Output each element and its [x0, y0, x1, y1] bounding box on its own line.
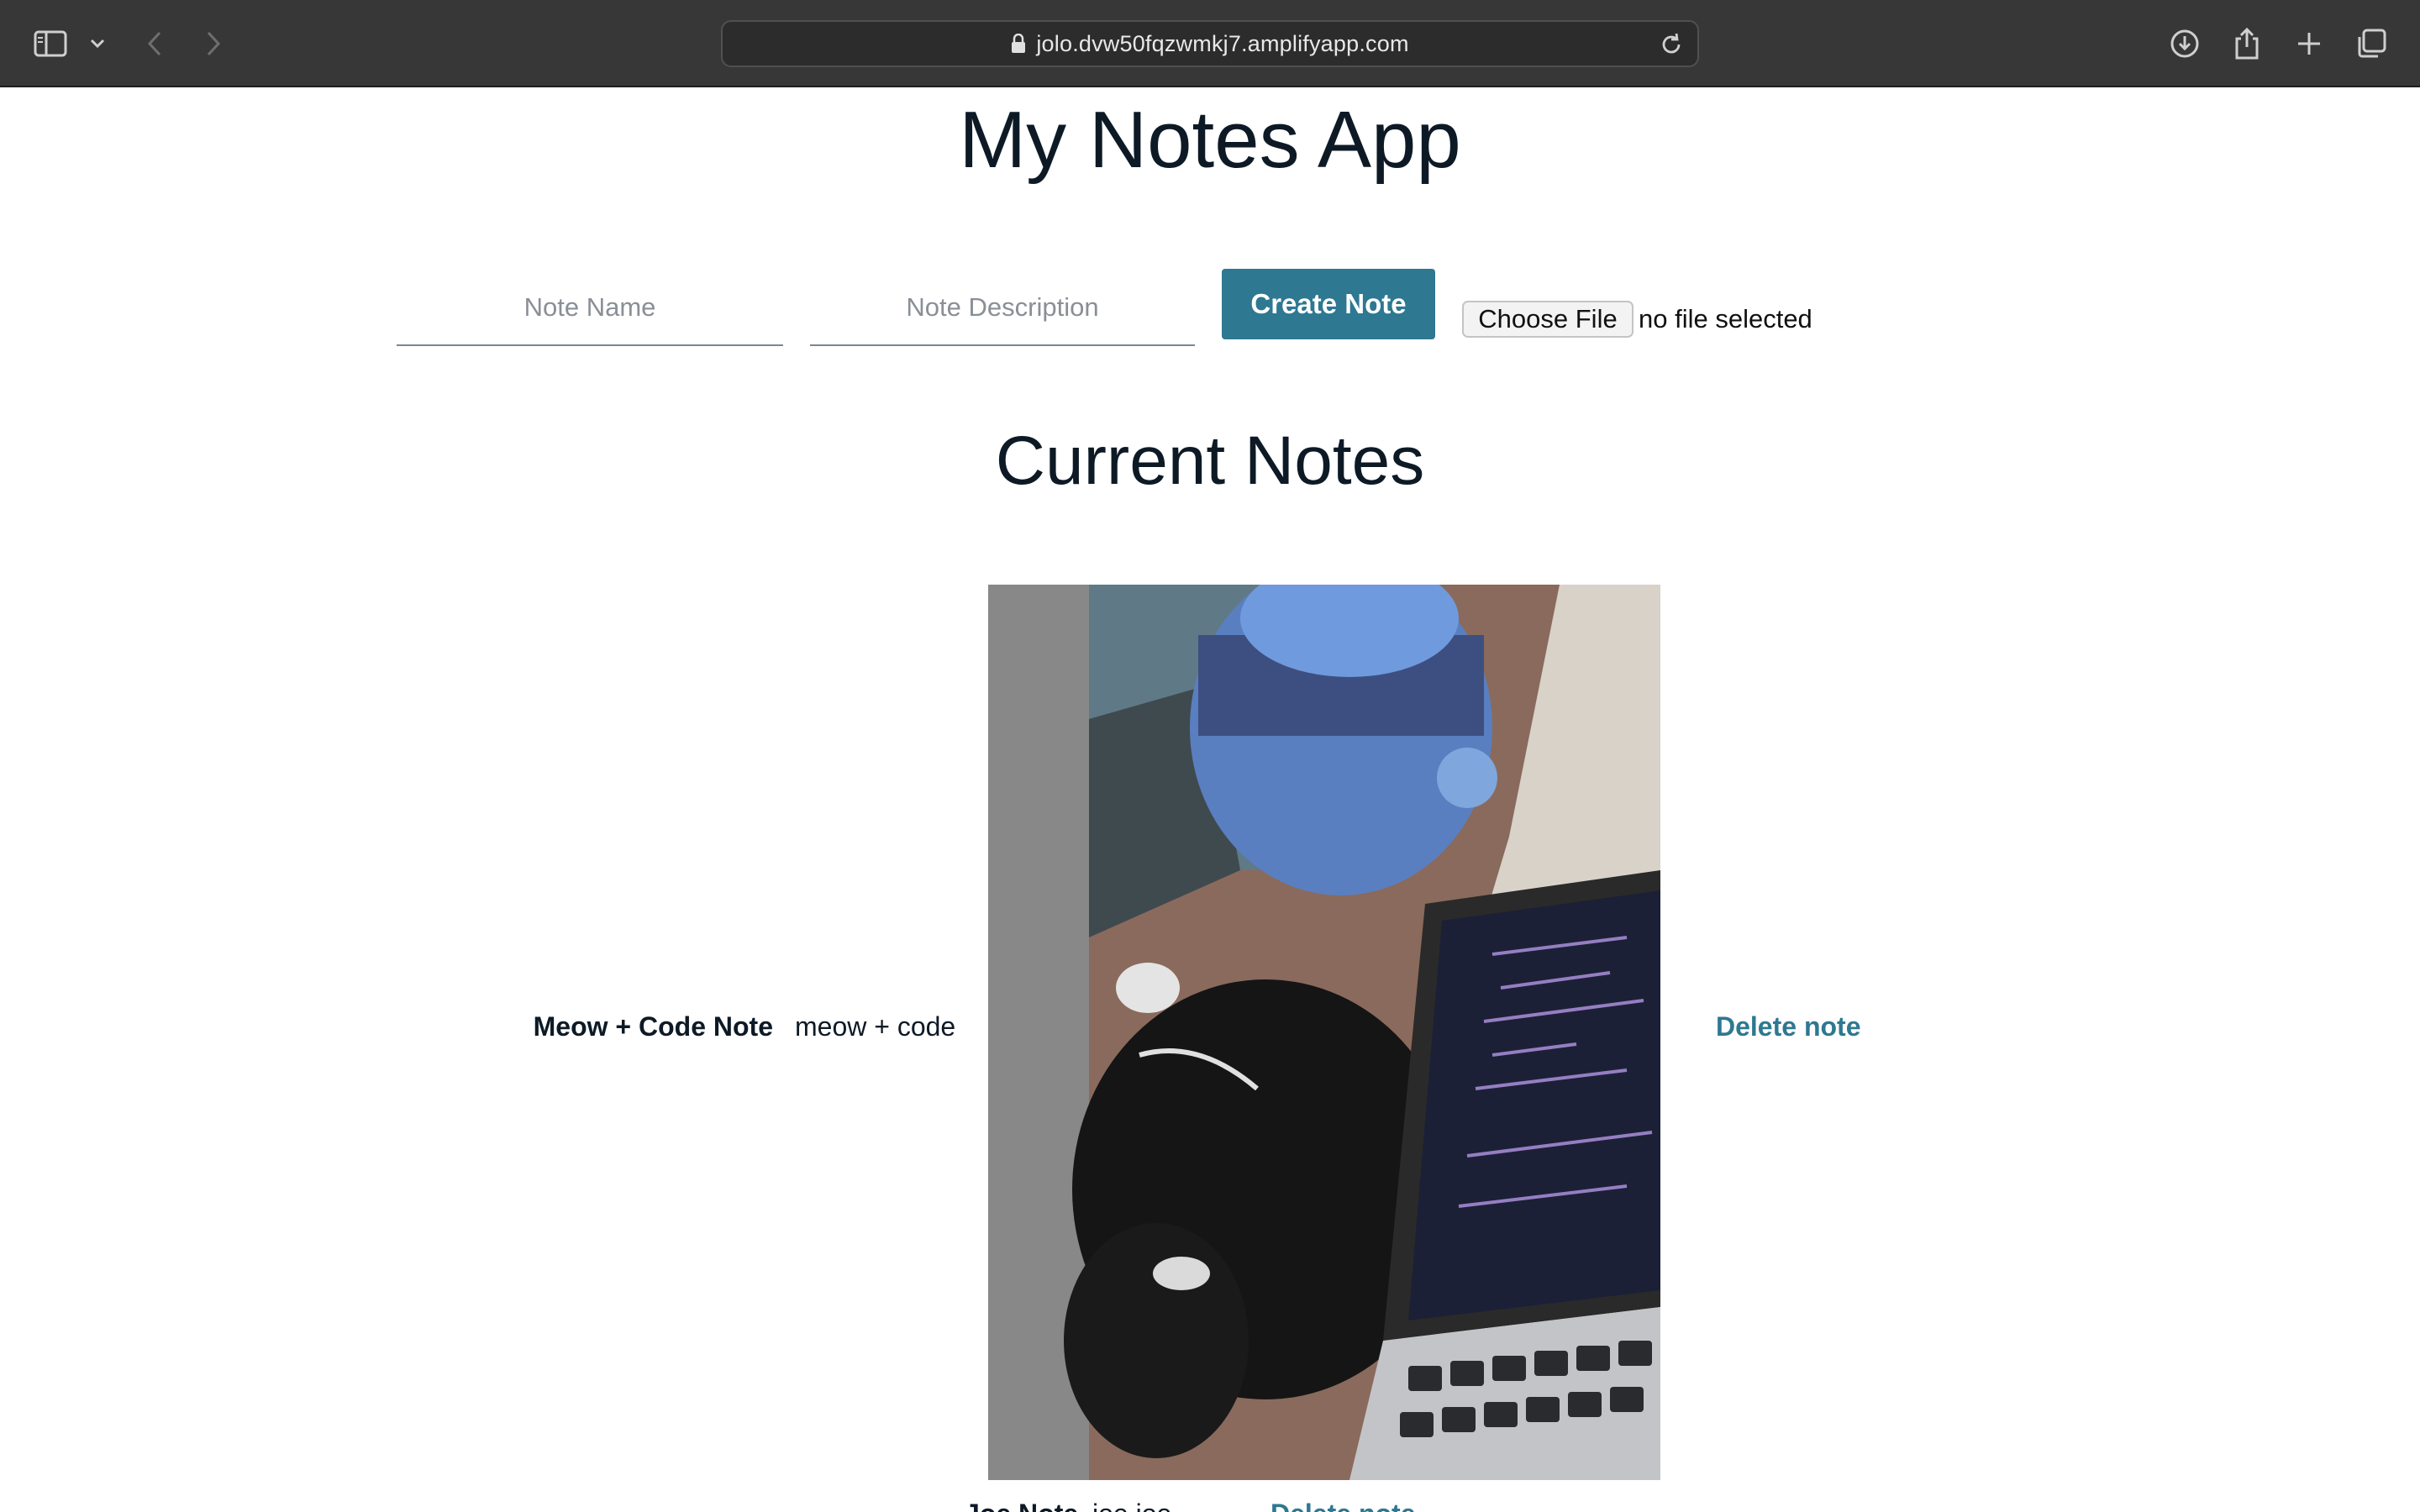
section-title: Current Notes — [995, 423, 1425, 499]
tab-overview-icon[interactable] — [2346, 18, 2396, 69]
new-tab-icon[interactable] — [2284, 18, 2334, 69]
reload-icon[interactable] — [1657, 30, 1686, 59]
note-name-input[interactable] — [397, 270, 783, 346]
back-icon[interactable] — [129, 18, 180, 69]
create-note-button[interactable]: Create Note — [1222, 269, 1435, 339]
file-status-text: no file selected — [1639, 304, 1812, 333]
note-description: joe joe — [1092, 1499, 1171, 1512]
download-icon[interactable] — [2160, 18, 2210, 69]
url-text: jolo.dvw50fqzwmkj7.amplifyapp.com — [1036, 30, 1409, 56]
share-icon[interactable] — [2222, 18, 2272, 69]
note-description: meow + code — [795, 1011, 956, 1042]
chevron-down-icon[interactable] — [72, 18, 123, 69]
choose-file-button[interactable]: Choose File — [1462, 301, 1634, 338]
forward-icon[interactable] — [188, 18, 239, 69]
note-image — [988, 585, 1660, 1480]
page-title: My Notes App — [959, 95, 1461, 185]
browser-toolbar: jolo.dvw50fqzwmkj7.amplifyapp.com — [0, 0, 2420, 87]
sidebar-toggle-icon[interactable] — [25, 18, 76, 69]
page-content: My Notes App Create Note Choose File no … — [0, 87, 2420, 1512]
delete-note-button[interactable]: Delete note — [1716, 1011, 1860, 1042]
note-name: Joe Note — [965, 1499, 1078, 1512]
note-description-input[interactable] — [810, 270, 1195, 346]
address-bar[interactable]: jolo.dvw50fqzwmkj7.amplifyapp.com — [721, 20, 1699, 67]
note-name: Meow + Code Note — [533, 1011, 773, 1042]
lock-icon — [1012, 34, 1026, 53]
delete-note-button[interactable]: Delete note — [1270, 1499, 1415, 1512]
